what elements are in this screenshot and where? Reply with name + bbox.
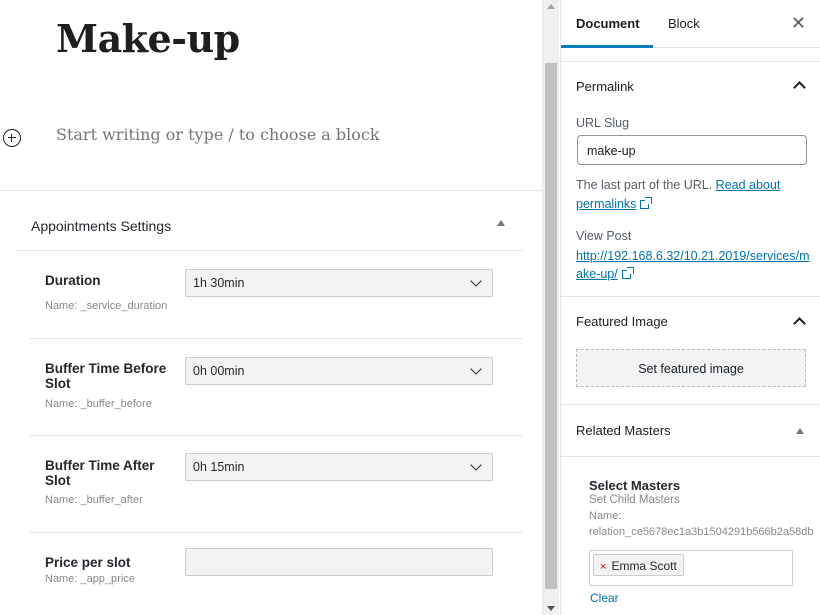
select-value: 0h 00min [193, 364, 245, 378]
external-link-icon [640, 197, 653, 209]
selected-master-chip: × Emma Scott [593, 554, 684, 576]
field-label: Buffer Time Before Slot [45, 361, 167, 391]
buffer-after-select[interactable]: 0h 15min [185, 453, 493, 481]
scroll-down-arrow-icon[interactable] [547, 606, 555, 611]
view-post-link[interactable]: http://192.168.6.32/10.21.2019/services/… [576, 249, 810, 281]
collapse-triangle-icon[interactable] [796, 428, 804, 434]
view-post-label: View Post [576, 229, 632, 243]
panel-title[interactable]: Permalink [576, 79, 634, 94]
field-name-label: Name: [589, 510, 622, 522]
collapse-triangle-icon[interactable] [497, 220, 505, 226]
select-value: 1h 30min [193, 276, 245, 290]
chevron-down-icon [470, 275, 482, 287]
active-tab-indicator [561, 45, 653, 48]
scrollbar-thumb[interactable] [545, 63, 557, 589]
field-label: Price per slot [45, 555, 131, 570]
chevron-down-icon [470, 459, 482, 471]
field-label: Buffer Time After Slot [45, 458, 155, 488]
featured-image-panel: Featured Image Set featured image [561, 297, 820, 405]
close-icon[interactable]: ✕ [791, 14, 806, 32]
select-value: 0h 15min [193, 460, 245, 474]
field-label: Duration [45, 273, 101, 288]
view-post-wrapper: http://192.168.6.32/10.21.2019/services/… [576, 247, 816, 283]
metabox-header[interactable]: Appointments Settings [16, 191, 523, 251]
settings-sidebar: Document Block ✕ Permalink URL Slug make… [560, 0, 820, 615]
masters-multiselect[interactable]: × Emma Scott [589, 550, 793, 586]
field-price: Price per slot Name: _app_price [30, 533, 522, 613]
tab-document[interactable]: Document [576, 16, 640, 31]
field-buffer-after: Buffer Time After Slot Name: _buffer_aft… [30, 436, 522, 533]
duration-select[interactable]: 1h 30min [185, 269, 493, 297]
field-hint: Name: _app_price [45, 573, 135, 585]
chevron-up-icon[interactable] [793, 317, 806, 330]
add-block-icon[interactable] [3, 129, 21, 147]
chevron-down-icon [470, 363, 482, 375]
help-text: The last part of the URL. [576, 178, 713, 192]
chevron-up-icon[interactable] [793, 81, 806, 94]
permalink-panel: Permalink URL Slug make-up The last part… [561, 61, 820, 297]
related-masters-body: Select Masters Set Child Masters Name: r… [561, 457, 820, 615]
slug-help-text: The last part of the URL. Read about per… [576, 176, 811, 214]
tab-block[interactable]: Block [668, 16, 700, 31]
editor-scrollbar[interactable] [542, 0, 559, 615]
field-hint: Name: _buffer_after [45, 494, 143, 506]
editor-canvas: Make-up Start writing or type / to choos… [0, 0, 542, 615]
field-hint: Name: _buffer_before [45, 398, 152, 410]
clear-link[interactable]: Clear [590, 591, 619, 605]
field-hint: Name: _service_duration [45, 300, 168, 312]
external-link-icon [621, 267, 634, 279]
url-slug-label: URL Slug [576, 116, 630, 130]
related-masters-panel[interactable]: Related Masters [561, 405, 820, 457]
field-name-value: relation_ce5678ec1a3b1504291b566b2a58db [589, 526, 814, 538]
scroll-up-arrow-icon[interactable] [547, 4, 555, 9]
select-masters-title: Select Masters [589, 478, 681, 493]
field-buffer-before: Buffer Time Before Slot Name: _buffer_be… [30, 339, 522, 436]
appointments-metabox: Appointments Settings Duration Name: _se… [16, 191, 523, 613]
block-placeholder[interactable]: Start writing or type / to choose a bloc… [56, 125, 380, 144]
sidebar-tabs: Document Block ✕ [561, 0, 820, 48]
price-input[interactable] [185, 548, 493, 576]
select-masters-subtitle: Set Child Masters [589, 494, 680, 506]
panel-title[interactable]: Featured Image [576, 314, 668, 329]
metabox-title: Appointments Settings [31, 218, 172, 234]
url-slug-input[interactable]: make-up [577, 135, 807, 165]
panel-title: Related Masters [576, 423, 671, 438]
buffer-before-select[interactable]: 0h 00min [185, 357, 493, 385]
remove-chip-icon[interactable]: × [600, 561, 606, 573]
field-duration: Duration Name: _service_duration 1h 30mi… [30, 251, 522, 339]
post-title[interactable]: Make-up [56, 16, 240, 61]
set-featured-image-button[interactable]: Set featured image [576, 349, 806, 387]
chip-label: Emma Scott [611, 559, 677, 573]
